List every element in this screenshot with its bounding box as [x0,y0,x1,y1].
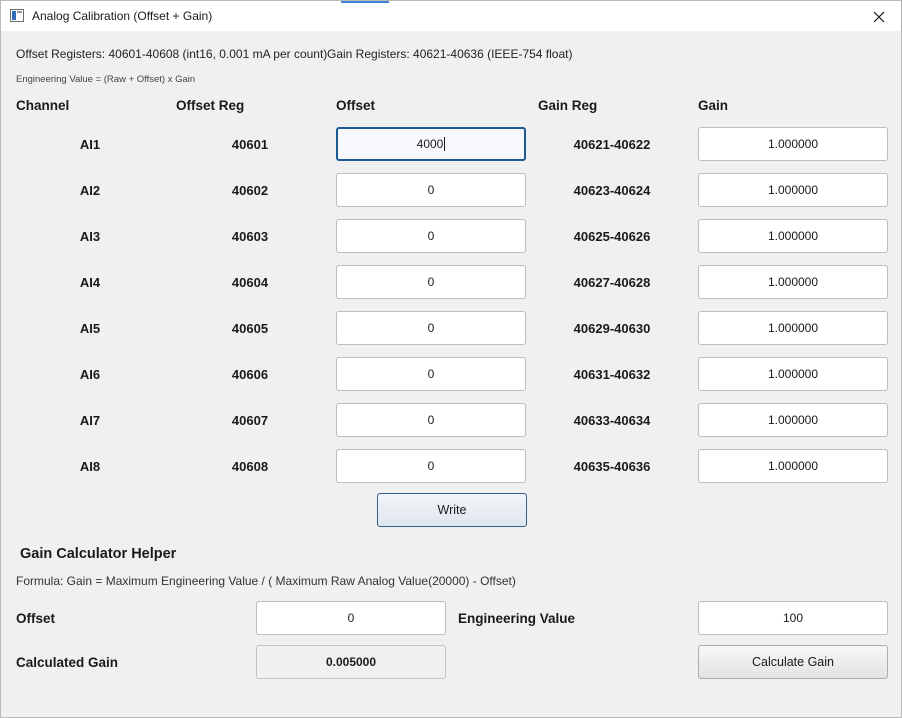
offset-input[interactable]: 0 [336,219,526,253]
offset-reg-label: 40601 [231,137,269,152]
calculate-gain-button[interactable]: Calculate Gain [698,645,888,679]
channel-label: AI1 [79,137,101,152]
channel-label: AI6 [79,367,101,382]
channel-label: AI4 [79,275,101,290]
gain-reg-label: 40621-40622 [573,137,651,152]
channel-label: AI5 [79,321,101,336]
title-bar-accent [341,1,389,3]
gain-reg-label: 40625-40626 [573,229,651,244]
gain-calculator-title: Gain Calculator Helper [20,546,177,562]
gain-input[interactable]: 1.000000 [698,265,888,299]
close-button[interactable] [857,1,901,32]
header-offset-reg: Offset Reg [176,98,245,113]
gain-formula-text: Formula: Gain = Maximum Engineering Valu… [16,574,516,588]
gain-input[interactable]: 1.000000 [698,403,888,437]
header-channel: Channel [16,98,70,113]
offset-reg-label: 40608 [231,459,269,474]
header-gain-reg: Gain Reg [538,98,598,113]
gain-input[interactable]: 1.000000 [698,449,888,483]
header-gain: Gain [698,98,729,113]
channel-label: AI2 [79,183,101,198]
header-offset: Offset [336,98,376,113]
gain-registers-info: Gain Registers: 40621-40636 (IEEE-754 fl… [327,47,573,61]
write-button[interactable]: Write [377,493,527,527]
engineering-value-input[interactable]: 100 [698,601,888,635]
offset-input[interactable]: 4000 [336,127,526,161]
offset-input[interactable]: 0 [336,173,526,207]
channel-label: AI3 [79,229,101,244]
offset-input[interactable]: 0 [336,311,526,345]
engineering-value-label: Engineering Value [458,611,576,626]
gain-reg-label: 40623-40624 [573,183,651,198]
offset-input[interactable]: 0 [336,449,526,483]
gain-input[interactable]: 1.000000 [698,173,888,207]
window-title: Analog Calibration (Offset + Gain) [32,9,213,23]
gain-reg-label: 40629-40630 [573,321,651,336]
title-bar: Analog Calibration (Offset + Gain) [1,1,901,32]
offset-reg-label: 40603 [231,229,269,244]
gain-input[interactable]: 1.000000 [698,311,888,345]
gain-input[interactable]: 1.000000 [698,357,888,391]
gain-reg-label: 40631-40632 [573,367,651,382]
offset-reg-label: 40605 [231,321,269,336]
app-window-icon [10,9,24,22]
offset-reg-label: 40607 [231,413,269,428]
calibration-window: Analog Calibration (Offset + Gain) Offse… [0,0,902,718]
gain-input[interactable]: 1.000000 [698,127,888,161]
offset-input[interactable]: 0 [336,265,526,299]
channel-label: AI8 [79,459,101,474]
gain-reg-label: 40635-40636 [573,459,651,474]
offset-registers-info: Offset Registers: 40601-40608 (int16, 0.… [16,47,328,61]
offset-input-value: 4000 [416,137,444,151]
calculated-gain-output: 0.005000 [256,645,446,679]
calc-offset-label: Offset [16,611,56,626]
gain-reg-label: 40627-40628 [573,275,651,290]
offset-input[interactable]: 0 [336,403,526,437]
close-icon [873,11,885,22]
gain-reg-label: 40633-40634 [573,413,651,428]
channel-label: AI7 [79,413,101,428]
calc-offset-input[interactable]: 0 [256,601,446,635]
offset-reg-label: 40604 [231,275,269,290]
text-caret [444,137,446,151]
calculated-gain-label: Calculated Gain [16,655,119,670]
gain-input[interactable]: 1.000000 [698,219,888,253]
offset-input[interactable]: 0 [336,357,526,391]
engineering-value-formula: Engineering Value = (Raw + Offset) x Gai… [16,74,196,85]
offset-reg-label: 40602 [231,183,269,198]
offset-reg-label: 40606 [231,367,269,382]
